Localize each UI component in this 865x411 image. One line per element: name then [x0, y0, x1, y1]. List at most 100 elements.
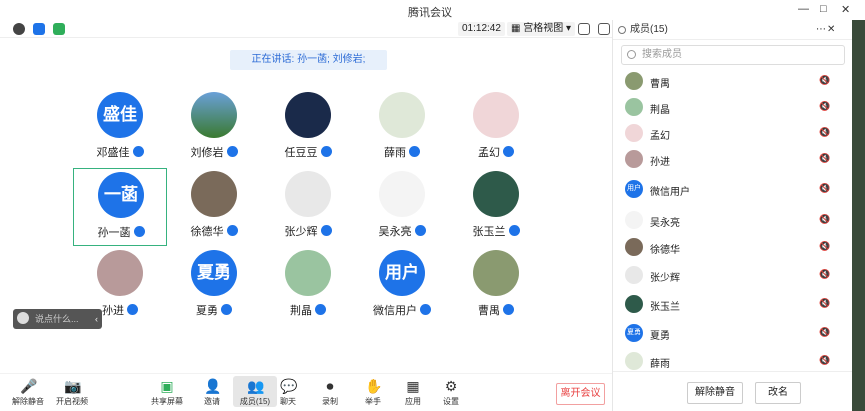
avatar: 用户 [379, 250, 425, 296]
close-button[interactable]: ✕ [841, 3, 850, 16]
record-button[interactable]: ⏺ 录制 [308, 376, 352, 407]
invite-icon: 👤 [204, 378, 222, 394]
chat-icon: 💬 [280, 378, 298, 394]
unmute-button[interactable]: 🎤 解除静音 [6, 376, 50, 407]
member-row[interactable]: 用户 微信用户 🔇 [613, 178, 853, 204]
participant-tile[interactable]: 张玉兰 [449, 168, 543, 246]
collapse-icon[interactable]: ‹ [95, 309, 98, 329]
participant-tile[interactable]: 薛雨 [355, 89, 449, 167]
participant-name: 徐德华 [167, 223, 261, 239]
avatar [625, 98, 643, 116]
avatar: 夏勇 [191, 250, 237, 296]
more-icon[interactable]: ⋯ [816, 20, 826, 40]
mic-icon [226, 146, 238, 157]
shield-icon[interactable] [33, 23, 45, 35]
participant-tile[interactable]: 夏勇 夏勇 [167, 247, 261, 325]
participant-tile[interactable]: 用户 微信用户 [355, 247, 449, 325]
participant-name: 张少辉 [261, 223, 355, 239]
camera-off-icon: 📷 [64, 378, 82, 394]
close-panel-icon[interactable]: ✕ [827, 20, 835, 40]
participant-name: 夏勇 [167, 302, 261, 318]
member-row[interactable]: 曹禺 🔇 [613, 70, 853, 96]
participant-tile[interactable]: 任豆豆 [261, 89, 355, 167]
grid-view-button[interactable]: ▦ 宫格视图 ▾ [507, 22, 576, 36]
panel-toggle-icon[interactable] [598, 23, 610, 35]
start-video-button[interactable]: 📷 开启视频 [50, 376, 94, 407]
avatar [191, 92, 237, 138]
background-window-strip [852, 20, 865, 411]
avatar [191, 171, 237, 217]
mic-muted-icon: 🎤 [20, 378, 38, 394]
members-panel-footer: 解除静音 改名 [613, 371, 853, 411]
avatar [625, 211, 643, 229]
member-row[interactable]: 张玉兰 🔇 [613, 293, 853, 319]
mic-icon [320, 146, 332, 157]
member-search-input[interactable]: 搜索成员 [621, 45, 845, 65]
mic-icon [503, 146, 514, 157]
mic-icon [133, 226, 145, 237]
member-row[interactable]: 徐德华 🔇 [613, 236, 853, 262]
meeting-timer: 01:12:42 [458, 22, 505, 36]
participant-name: 孟幻 [449, 144, 543, 160]
rename-button[interactable]: 改名 [755, 382, 801, 404]
emoji-icon[interactable] [17, 312, 29, 324]
participant-tile[interactable]: 曹禺 [449, 247, 543, 325]
avatar [285, 171, 331, 217]
invite-button[interactable]: 👤 邀请 [190, 376, 234, 407]
chat-input[interactable]: 说点什么... ‹ [13, 309, 102, 329]
chat-button[interactable]: 💬 聊天 [266, 376, 310, 407]
participant-name: 刘修岩 [167, 144, 261, 160]
member-row[interactable]: 吴永亮 🔇 [613, 209, 853, 235]
info-icon[interactable] [13, 23, 25, 35]
members-icon [618, 26, 626, 34]
share-screen-button[interactable]: ▣ 共享屏幕 [145, 376, 189, 407]
participant-tile[interactable]: 吴永亮 [355, 168, 449, 246]
members-panel-title: 成员(15) [630, 24, 668, 35]
window-title: 腾讯会议 [408, 7, 452, 19]
mic-muted-icon: 🔇 [819, 183, 831, 193]
members-icon: 👥 [247, 378, 265, 394]
mic-muted-icon: 🔇 [819, 101, 831, 111]
mic-muted-icon: 🔇 [819, 355, 831, 365]
apps-icon: ▦ [406, 378, 420, 394]
mic-icon [226, 225, 238, 236]
maximize-button[interactable]: □ [820, 3, 827, 15]
avatar: 夏勇 [625, 324, 643, 342]
participant-tile[interactable]: 徐德华 [167, 168, 261, 246]
member-row[interactable]: 荆晶 🔇 [613, 96, 853, 122]
avatar [473, 92, 519, 138]
bottom-toolbar: 🎤 解除静音 📷 开启视频 ▣ 共享屏幕 👤 邀请 👥 成员(15) 💬 聊天 ⏺ 录制 ✋ 举… [0, 373, 612, 411]
participant-tile[interactable]: 盛佳 邓盛佳 [73, 89, 167, 167]
members-panel: 成员(15) ⋯ ✕ 搜索成员 曹禺 🔇 荆晶 🔇 孟幻 🔇 孙进 🔇 用户 微信用户 🔇 … [612, 20, 853, 411]
raise-hand-button[interactable]: ✋ 举手 [351, 376, 395, 407]
minimize-button[interactable]: — [798, 3, 809, 15]
avatar [379, 171, 425, 217]
participant-tile-active[interactable]: 一菡 孙一菡 [73, 168, 167, 246]
participant-name: 孙一菡 [74, 224, 168, 240]
settings-button[interactable]: ⚙ 设置 [429, 376, 473, 407]
avatar [625, 266, 643, 284]
grid-view-label: 宫格视图 [523, 23, 564, 34]
mic-muted-icon: 🔇 [819, 327, 831, 337]
signal-icon[interactable] [53, 23, 65, 35]
avatar [625, 124, 643, 142]
member-row[interactable]: 张少辉 🔇 [613, 264, 853, 290]
mic-muted-icon: 🔇 [819, 214, 831, 224]
mic-icon [320, 225, 332, 236]
participant-tile[interactable]: 荆晶 [261, 247, 355, 325]
unmute-all-button[interactable]: 解除静音 [687, 382, 743, 404]
participant-tile[interactable]: 孟幻 [449, 89, 543, 167]
participant-tile[interactable]: 刘修岩 [167, 89, 261, 167]
avatar: 用户 [625, 180, 643, 198]
member-row[interactable]: 夏勇 夏勇 🔇 [613, 322, 853, 348]
participant-tile[interactable]: 张少辉 [261, 168, 355, 246]
member-row[interactable]: 孟幻 🔇 [613, 122, 853, 148]
participant-name: 曹禺 [449, 302, 543, 318]
fullscreen-icon[interactable] [578, 23, 590, 35]
mic-muted-icon: 🔇 [819, 241, 831, 251]
member-row[interactable]: 孙进 🔇 [613, 148, 853, 174]
avatar [473, 250, 519, 296]
avatar [285, 250, 331, 296]
leave-meeting-button[interactable]: 离开会议 [556, 383, 605, 405]
hand-icon: ✋ [365, 378, 383, 394]
